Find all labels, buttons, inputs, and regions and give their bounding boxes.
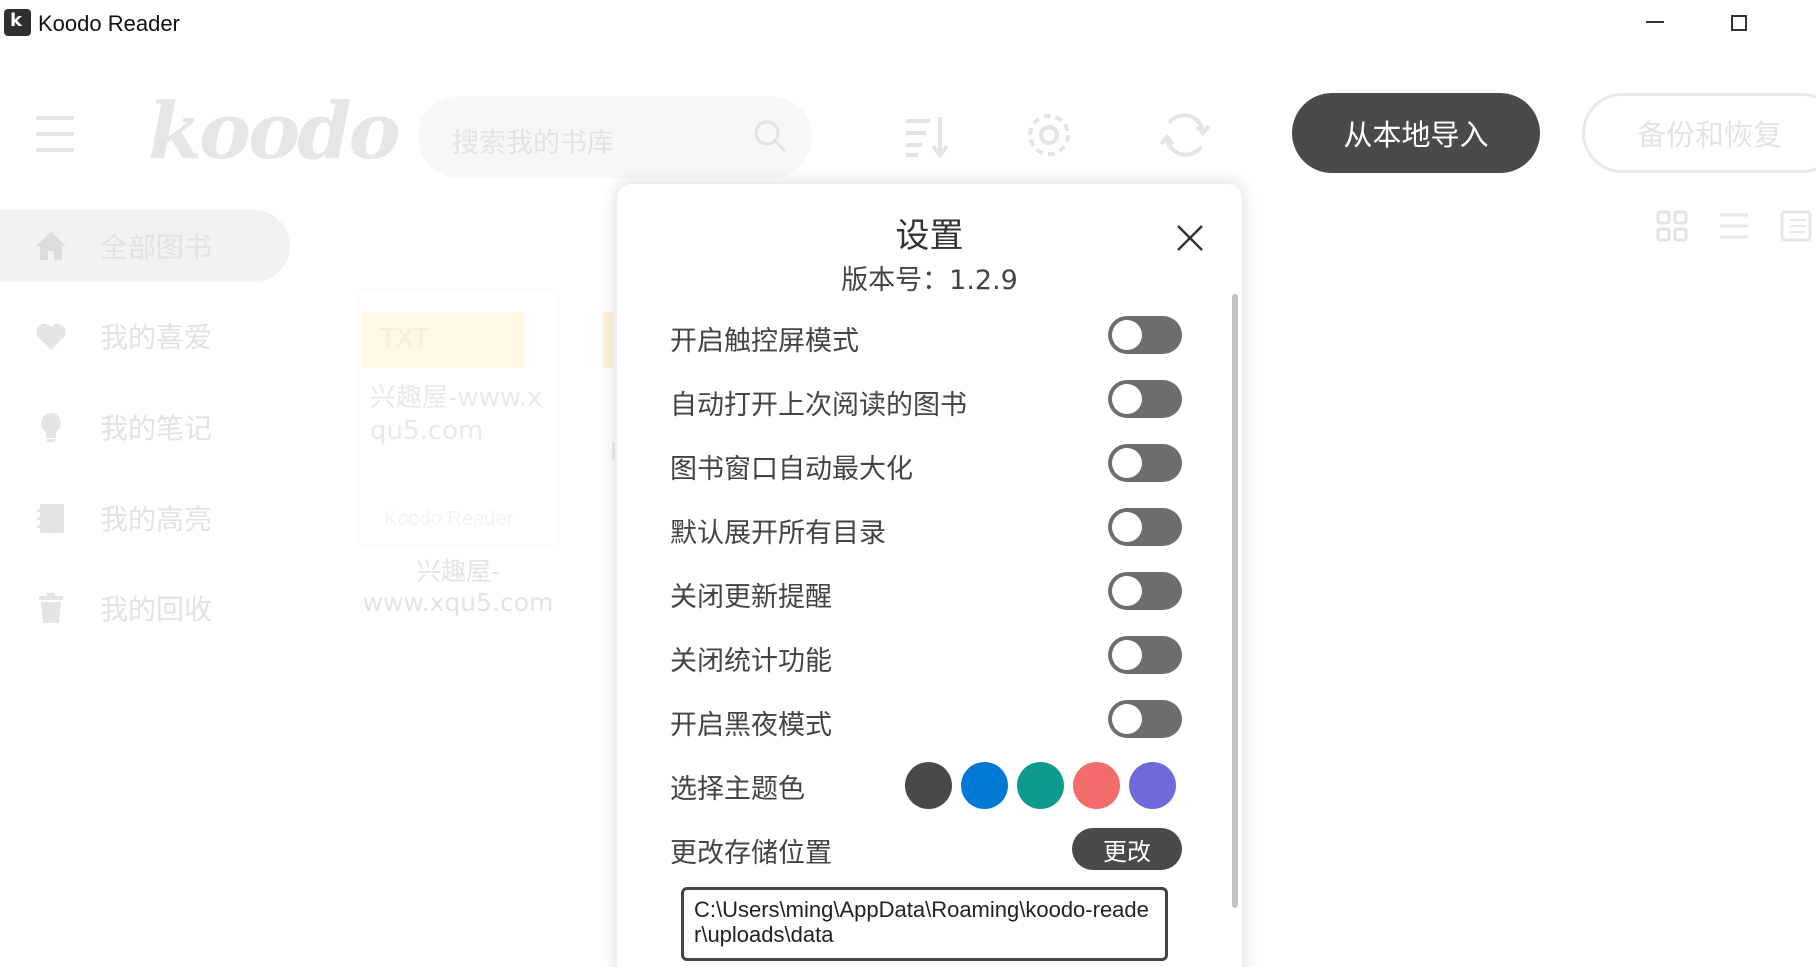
lightbulb-icon: [41, 413, 61, 442]
theme-swatch-teal[interactable]: [1017, 762, 1064, 809]
maximize-button[interactable]: [1731, 15, 1747, 31]
setting-theme-color: 选择主题色: [617, 762, 1242, 809]
book-caption-line: www.xqu5.com: [362, 588, 554, 617]
book-format-tag: TXT: [362, 312, 524, 368]
setting-label: 默认展开所有目录: [670, 518, 886, 549]
close-icon[interactable]: [1174, 222, 1206, 254]
minimize-button[interactable]: [1646, 21, 1664, 23]
heart-icon: [36, 323, 66, 350]
theme-swatch-purple[interactable]: [1129, 762, 1176, 809]
dialog-title: 设置: [895, 216, 964, 256]
setting-disable-update: 关闭更新提醒: [617, 572, 1242, 615]
koodo-logo: koodo: [148, 86, 401, 177]
sidebar-item-label: 我的喜爱: [100, 321, 213, 354]
cover-view-icon[interactable]: [1780, 210, 1812, 242]
setting-disable-stats: 关闭统计功能: [617, 636, 1242, 679]
setting-label: 关闭统计功能: [670, 646, 832, 677]
sidebar-item-highlights[interactable]: 我的高亮: [0, 482, 290, 554]
toggle-knob: [1112, 384, 1142, 414]
search-icon[interactable]: [752, 118, 788, 154]
sidebar-item-trash[interactable]: 我的回收: [0, 572, 290, 644]
sort-icon[interactable]: [898, 109, 950, 161]
settings-dialog: 设置 版本号：1.2.9 开启触控屏模式 自动打开上次阅读的图书 图书窗口自动最…: [617, 184, 1242, 967]
setting-label: 开启黑夜模式: [670, 710, 832, 741]
home-icon: [36, 232, 66, 260]
search-input[interactable]: 搜索我的书库: [418, 96, 812, 178]
setting-label: 自动打开上次阅读的图书: [670, 390, 967, 421]
setting-expand-toc: 默认展开所有目录: [617, 508, 1242, 551]
setting-label: 图书窗口自动最大化: [670, 454, 913, 485]
disable-update-toggle[interactable]: [1108, 572, 1182, 610]
toggle-knob: [1112, 704, 1142, 734]
setting-label: 选择主题色: [670, 774, 805, 805]
sidebar-item-notes[interactable]: 我的笔记: [0, 391, 290, 463]
sidebar-item-label: 全部图书: [100, 231, 213, 264]
trash-icon: [39, 593, 63, 623]
setting-label: 开启触控屏模式: [670, 326, 859, 357]
setting-auto-open-last: 自动打开上次阅读的图书: [617, 380, 1242, 423]
version-label: 版本号：1.2.9: [841, 265, 1018, 296]
list-view-icon[interactable]: [1718, 210, 1750, 242]
book-caption-line: 兴趣屋-: [415, 557, 501, 586]
book-cover-mark: [612, 442, 615, 460]
sidebar-item-label: 我的笔记: [100, 412, 213, 445]
disable-stats-toggle[interactable]: [1108, 636, 1182, 674]
touch-mode-toggle[interactable]: [1108, 316, 1182, 354]
title-bar: Koodo Reader: [0, 0, 1816, 48]
change-storage-button[interactable]: 更改: [1072, 828, 1182, 870]
auto-maximize-toggle[interactable]: [1108, 444, 1182, 482]
toggle-knob: [1112, 640, 1142, 670]
book-format-tag: [603, 312, 613, 368]
import-local-button[interactable]: 从本地导入: [1292, 93, 1540, 173]
night-mode-toggle[interactable]: [1108, 700, 1182, 738]
theme-swatch-dark[interactable]: [905, 762, 952, 809]
toggle-knob: [1112, 448, 1142, 478]
setting-auto-maximize: 图书窗口自动最大化: [617, 444, 1242, 487]
app-logo-icon: [4, 9, 31, 36]
setting-touch-mode: 开启触控屏模式: [617, 316, 1242, 359]
expand-toc-toggle[interactable]: [1108, 508, 1182, 546]
menu-icon[interactable]: [36, 116, 74, 152]
gear-icon[interactable]: [1023, 109, 1075, 161]
toggle-knob: [1112, 320, 1142, 350]
book-cover-brand: Koodo Reader: [384, 508, 513, 530]
search-placeholder: 搜索我的书库: [452, 128, 614, 159]
theme-swatch-coral[interactable]: [1073, 762, 1120, 809]
sidebar-item-all-books[interactable]: 全部图书: [0, 210, 290, 282]
auto-open-last-toggle[interactable]: [1108, 380, 1182, 418]
grid-view-icon[interactable]: [1656, 210, 1688, 242]
notebook-icon: [37, 504, 64, 533]
sidebar-item-label: 我的高亮: [100, 503, 213, 536]
setting-night-mode: 开启黑夜模式: [617, 700, 1242, 743]
sync-icon[interactable]: [1159, 109, 1211, 161]
book-card[interactable]: TXT 兴趣屋-www.xqu5.com Koodo Reader: [360, 292, 556, 544]
book-cover-title: 兴趣屋-www.xqu5.com: [370, 383, 543, 446]
window-title: Koodo Reader: [38, 11, 180, 36]
app-window: Koodo Reader koodo 搜索我的书库: [0, 0, 1816, 967]
toggle-knob: [1112, 576, 1142, 606]
book-title-caption: 兴趣屋- www.xqu5.com: [360, 556, 556, 618]
storage-path-display: C:\Users\ming\AppData\Roaming\koodo-read…: [681, 887, 1168, 961]
toggle-knob: [1112, 512, 1142, 542]
setting-label: 更改存储位置: [670, 838, 832, 869]
backup-restore-button[interactable]: 备份和恢复: [1582, 93, 1816, 173]
setting-storage-location: 更改存储位置 更改: [617, 828, 1242, 871]
sidebar-item-label: 我的回收: [100, 593, 213, 626]
theme-swatch-blue[interactable]: [961, 762, 1008, 809]
sidebar-item-favorites[interactable]: 我的喜爱: [0, 300, 290, 372]
setting-label: 关闭更新提醒: [670, 582, 832, 613]
